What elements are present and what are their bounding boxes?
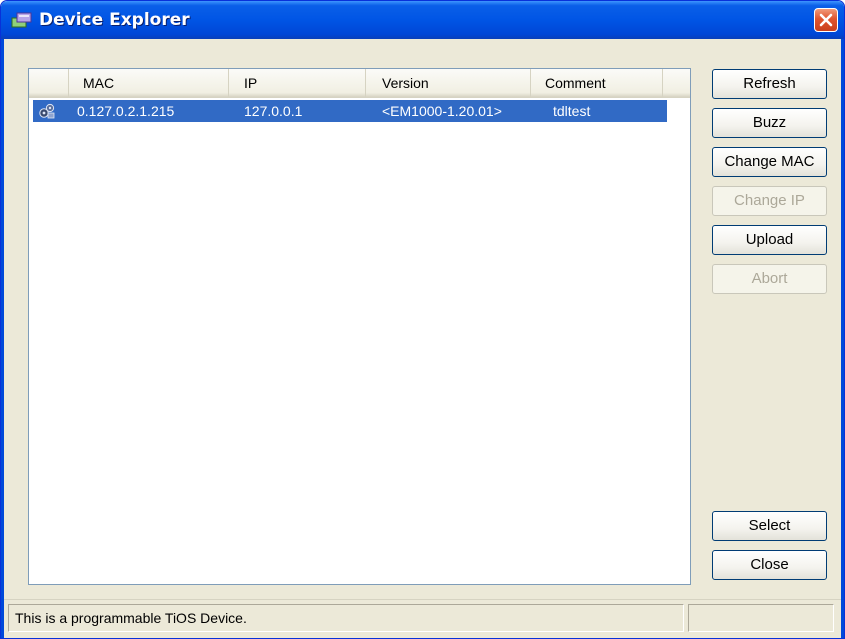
change-mac-button[interactable]: Change MAC [712, 147, 827, 177]
upload-button[interactable]: Upload [712, 225, 827, 255]
cell-mac: 0.127.0.2.1.215 [77, 103, 175, 119]
window-frame-right [841, 39, 844, 638]
status-text: This is a programmable TiOS Device. [8, 604, 684, 632]
window-frame-left [1, 39, 4, 638]
column-header-icon[interactable] [29, 69, 69, 97]
column-header-version[interactable]: Version [366, 69, 531, 97]
cell-comment: tdltest [553, 103, 591, 119]
column-header-mac[interactable]: MAC [69, 69, 229, 97]
close-button[interactable]: Close [712, 550, 827, 580]
cell-ip: 127.0.0.1 [244, 103, 303, 119]
select-button[interactable]: Select [712, 511, 827, 541]
status-bar: This is a programmable TiOS Device. [4, 599, 841, 638]
column-header-ip[interactable]: IP [229, 69, 366, 97]
device-explorer-icon [11, 11, 33, 29]
device-list[interactable]: MAC IP Version Comment 0.127.0.2.1.215 1… [28, 68, 691, 585]
title-bar[interactable]: Device Explorer [1, 1, 844, 39]
refresh-button[interactable]: Refresh [712, 69, 827, 99]
close-window-button[interactable] [814, 8, 838, 32]
column-header-comment[interactable]: Comment [531, 69, 663, 97]
device-row[interactable]: 0.127.0.2.1.215 127.0.0.1 <EM1000-1.20.0… [33, 100, 667, 122]
abort-button[interactable]: Abort [712, 264, 827, 294]
close-icon [819, 13, 833, 27]
change-ip-button[interactable]: Change IP [712, 186, 827, 216]
list-header: MAC IP Version Comment [29, 69, 690, 98]
buzz-button[interactable]: Buzz [712, 108, 827, 138]
cell-version: <EM1000-1.20.01> [382, 103, 502, 119]
device-icon [38, 102, 56, 120]
device-explorer-window: Device Explorer MAC IP Version Comment 0… [0, 0, 845, 639]
window-title: Device Explorer [39, 10, 190, 30]
status-pane-secondary [688, 604, 834, 632]
